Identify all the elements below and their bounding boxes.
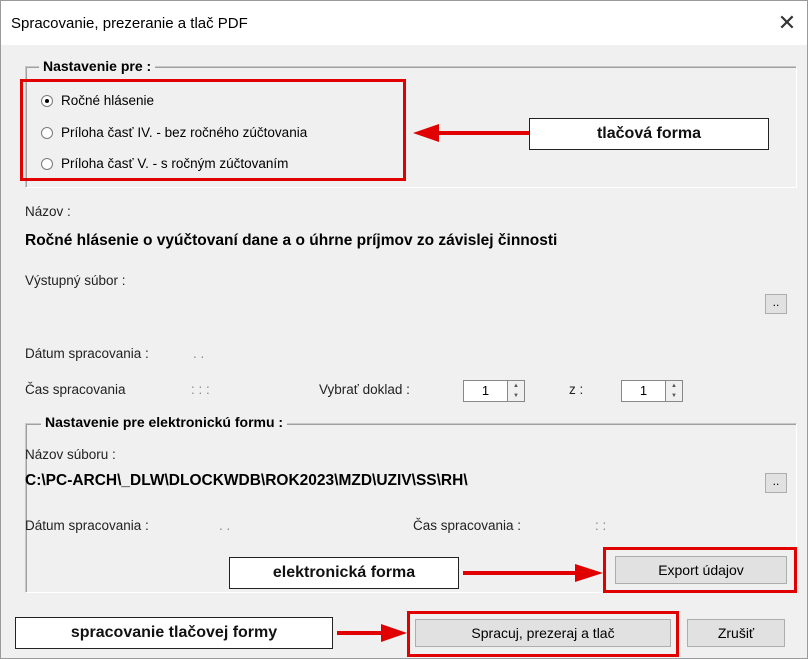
date-label: Dátum spracovania : [25, 346, 149, 361]
of-value[interactable]: 1 [621, 380, 665, 402]
spinner-arrows[interactable]: ▲ ▼ [665, 380, 683, 402]
electronic-date-label: Dátum spracovania : [25, 518, 149, 533]
up-arrow-icon[interactable]: ▲ [666, 381, 682, 391]
title-bar: Spracovanie, prezeranie a tlač PDF ✕ [1, 1, 807, 45]
electronic-date-value: . . [219, 518, 231, 533]
spinner-arrows[interactable]: ▲ ▼ [507, 380, 525, 402]
callout-print-form: tlačová forma [529, 118, 769, 150]
close-icon[interactable]: ✕ [773, 9, 801, 37]
file-name-label: Názov súboru : [25, 447, 116, 462]
dialog-window: Spracovanie, prezeranie a tlač PDF ✕ Nas… [0, 0, 808, 659]
time-value: : : : [191, 382, 210, 397]
callout-electronic-form: elektronická forma [229, 557, 459, 589]
electronic-time-label: Čas spracovania : [413, 518, 522, 533]
up-arrow-icon[interactable]: ▲ [508, 381, 524, 391]
down-arrow-icon[interactable]: ▼ [508, 391, 524, 401]
file-path: C:\PC-ARCH\_DLW\DLOCKWDB\ROK2023\MZD\UZI… [25, 472, 468, 489]
select-doc-value[interactable]: 1 [463, 380, 507, 402]
arrow-print-processing-icon [337, 624, 407, 642]
highlight-process [407, 611, 679, 657]
document-name: Ročné hlásenie o vyúčtovaní dane a o úhr… [25, 232, 558, 249]
of-spinner[interactable]: 1 ▲ ▼ [621, 380, 683, 402]
select-doc-label: Vybrať doklad : [319, 382, 410, 397]
file-browse-button[interactable]: .. [765, 473, 787, 493]
name-label: Názov : [25, 204, 71, 219]
callout-print-processing: spracovanie tlačovej formy [15, 617, 333, 649]
of-label: z : [569, 382, 584, 397]
down-arrow-icon[interactable]: ▼ [666, 391, 682, 401]
cancel-button[interactable]: Zrušiť [687, 619, 785, 647]
highlight-print-options [20, 79, 406, 181]
output-browse-button[interactable]: .. [765, 294, 787, 314]
date-value: . . [193, 346, 205, 361]
time-label: Čas spracovania [25, 382, 126, 397]
electronic-time-value: : : [595, 518, 607, 533]
select-doc-spinner[interactable]: 1 ▲ ▼ [463, 380, 525, 402]
electronic-legend: Nastavenie pre elektronickú formu : [41, 414, 288, 430]
arrow-print-form-icon [413, 124, 529, 142]
arrow-electronic-form-icon [463, 564, 603, 582]
settings-legend: Nastavenie pre : [39, 58, 156, 74]
highlight-export [603, 547, 797, 593]
output-file-label: Výstupný súbor : [25, 273, 126, 288]
window-title: Spracovanie, prezeranie a tlač PDF [11, 15, 248, 32]
